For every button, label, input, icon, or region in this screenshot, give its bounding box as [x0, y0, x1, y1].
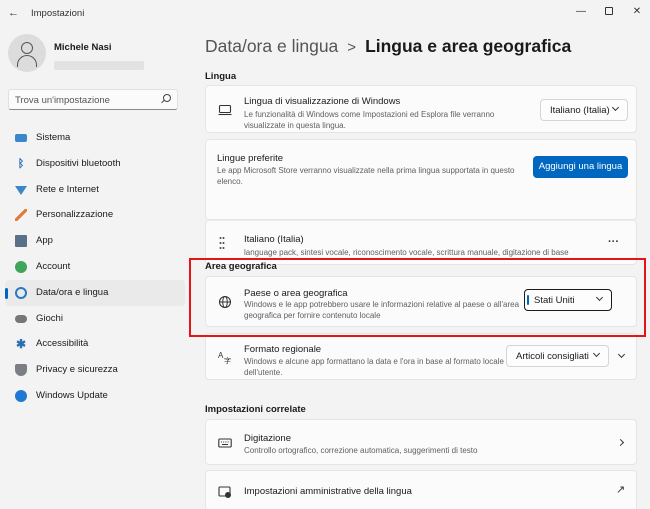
regional-format-desc: Windows e alcune app formattano la data …	[244, 357, 504, 377]
admin-settings-icon	[218, 485, 232, 499]
admin-language-title: Impostazioni amministrative della lingua	[244, 486, 412, 497]
breadcrumb-separator: >	[347, 39, 357, 56]
sidebar-item-label: Rete e Internet	[36, 183, 99, 195]
accessibility-icon: ✱	[15, 337, 27, 352]
more-options-icon[interactable]: ···	[608, 236, 619, 248]
sidebar-item-data-ora-lingua[interactable]: Data/ora e lingua	[5, 279, 185, 306]
back-arrow-icon[interactable]: ←	[8, 7, 19, 19]
window-title: Impostazioni	[31, 8, 85, 19]
sidebar-item-label: Accessibilità	[36, 338, 89, 350]
user-profile[interactable]: Michele Nasi	[8, 34, 188, 74]
sidebar-item-windows-update[interactable]: Windows Update	[5, 383, 185, 409]
drag-handle-icon[interactable]	[219, 236, 225, 250]
preferred-languages-title: Lingue preferite	[217, 153, 284, 164]
sidebar-item-label: Data/ora e lingua	[36, 286, 109, 298]
regional-format-dropdown[interactable]: Articoli consigliati	[506, 345, 609, 367]
search-box[interactable]	[8, 89, 178, 110]
preferred-languages-card: Lingue preferite Le app Microsoft Store …	[205, 139, 637, 220]
language-name: Italiano (Italia)	[244, 234, 304, 245]
keyboard-icon	[218, 436, 232, 450]
sidebar-item-account[interactable]: Account	[5, 254, 185, 280]
shield-icon	[15, 364, 27, 377]
breadcrumb-parent[interactable]: Data/ora e lingua	[205, 36, 338, 56]
sidebar-item-label: Account	[36, 260, 71, 272]
sidebar-item-label: Windows Update	[36, 389, 108, 401]
update-icon	[15, 389, 27, 402]
sidebar-item-label: Dispositivi bluetooth	[36, 157, 121, 169]
apps-icon	[15, 235, 27, 248]
search-input[interactable]	[15, 93, 155, 107]
chevron-down-icon	[592, 349, 601, 358]
close-icon[interactable]: ✕	[627, 3, 647, 21]
typing-card[interactable]: Digitazione Controllo ortografico, corre…	[205, 419, 637, 465]
user-email-redacted	[54, 61, 144, 70]
maximize-icon[interactable]	[599, 3, 619, 21]
typing-title: Digitazione	[244, 433, 291, 444]
expand-chevron-icon[interactable]	[617, 350, 626, 359]
search-icon[interactable]	[163, 94, 171, 102]
preferred-languages-desc: Le app Microsoft Store verranno visualiz…	[217, 166, 515, 186]
system-icon	[15, 134, 27, 142]
regional-format-value: Articoli consigliati	[516, 351, 589, 362]
breadcrumb: Data/ora e lingua > Lingua e area geografi…	[205, 36, 571, 57]
monitor-icon	[218, 103, 232, 117]
avatar	[8, 34, 46, 72]
bluetooth-icon: ᛒ	[17, 157, 25, 170]
sidebar-item-label: Privacy e sicurezza	[36, 364, 118, 376]
sidebar-item-rete[interactable]: Rete e Internet	[5, 177, 185, 203]
sidebar-item-bluetooth[interactable]: ᛒ Dispositivi bluetooth	[5, 151, 185, 177]
admin-language-card[interactable]: Impostazioni amministrative della lingua…	[205, 470, 637, 509]
section-title-correlate: Impostazioni correlate	[205, 404, 306, 415]
sidebar-item-sistema[interactable]: Sistema	[5, 125, 185, 151]
highlight-box	[189, 258, 646, 337]
account-icon	[15, 260, 27, 273]
wifi-icon	[15, 185, 27, 195]
sidebar-item-label: Sistema	[36, 132, 71, 143]
page-title: Lingua e area geografica	[365, 36, 572, 56]
display-language-value: Italiano (Italia)	[550, 105, 610, 116]
svg-text:字: 字	[224, 356, 231, 364]
sidebar-item-giochi[interactable]: Giochi	[5, 306, 185, 332]
display-language-desc: Le funzionalità di Windows come Impostaz…	[244, 110, 495, 130]
sidebar: Michele Nasi Sistema ᛒ Dispositivi bluet…	[0, 28, 190, 509]
sidebar-item-accessibilita[interactable]: ✱ Accessibilità	[5, 331, 185, 357]
sidebar-item-personalizzazione[interactable]: Personalizzazione	[5, 202, 185, 228]
sidebar-item-label: Giochi	[36, 312, 63, 324]
chevron-down-icon	[611, 103, 620, 112]
section-title-lingua: Lingua	[205, 71, 237, 82]
globe-clock-icon	[15, 286, 27, 299]
display-language-title: Lingua di visualizzazione di Windows	[244, 96, 401, 107]
display-language-dropdown[interactable]: Italiano (Italia)	[540, 99, 628, 121]
sidebar-item-label: App	[36, 235, 53, 247]
user-name: Michele Nasi	[54, 42, 112, 53]
sidebar-item-privacy[interactable]: Privacy e sicurezza	[5, 357, 185, 383]
regional-format-icon: A字	[218, 350, 232, 365]
brush-icon	[15, 209, 27, 222]
regional-format-card[interactable]: A字 Formato regionale Windows e alcune ap…	[205, 333, 637, 380]
external-link-icon: ↗	[616, 484, 626, 496]
sidebar-item-app[interactable]: App	[5, 228, 185, 254]
regional-format-title: Formato regionale	[244, 344, 322, 355]
typing-desc: Controllo ortografico, correzione automa…	[244, 446, 478, 455]
gamepad-icon	[15, 314, 27, 323]
sidebar-nav: Sistema ᛒ Dispositivi bluetooth Rete e I…	[5, 125, 185, 409]
language-features: language pack, sintesi vocale, riconosci…	[244, 248, 569, 257]
add-language-button[interactable]: Aggiungi una lingua	[533, 156, 628, 178]
chevron-right-icon	[616, 438, 625, 447]
title-bar: ← Impostazioni — ✕	[0, 0, 650, 28]
sidebar-item-label: Personalizzazione	[36, 209, 114, 221]
display-language-card: Lingua di visualizzazione di Windows Le …	[205, 85, 637, 133]
minimize-icon[interactable]: —	[571, 3, 591, 21]
